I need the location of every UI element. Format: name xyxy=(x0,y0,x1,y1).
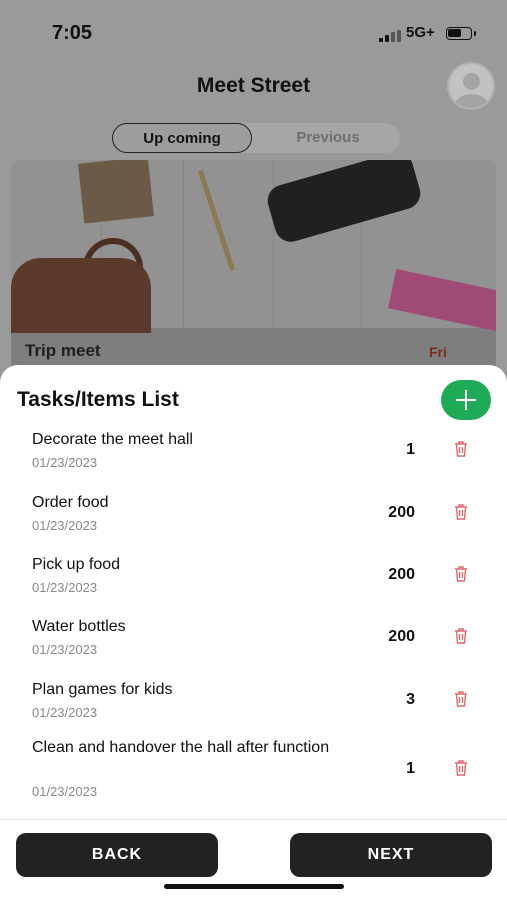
task-date: 01/23/2023 xyxy=(32,642,98,657)
network-label: 5G+ xyxy=(406,24,435,41)
status-time: 7:05 xyxy=(52,22,93,44)
task-quantity: 3 xyxy=(406,691,415,708)
task-quantity: 1 xyxy=(406,760,415,777)
tab-previous[interactable]: Previous xyxy=(258,123,398,153)
home-indicator xyxy=(164,884,344,889)
event-tabs: Up coming Previous xyxy=(112,123,400,153)
back-button[interactable]: BACK xyxy=(16,833,218,877)
trash-icon[interactable] xyxy=(453,759,469,777)
divider xyxy=(0,819,507,820)
trash-icon[interactable] xyxy=(453,440,469,458)
task-quantity: 200 xyxy=(388,628,415,645)
trash-icon[interactable] xyxy=(453,627,469,645)
task-date: 01/23/2023 xyxy=(32,784,98,799)
task-name: Decorate the meet hall xyxy=(32,431,193,448)
battery-icon xyxy=(446,27,476,40)
add-task-button[interactable] xyxy=(441,380,491,420)
tab-upcoming[interactable]: Up coming xyxy=(112,123,252,153)
sheet-title: Tasks/Items List xyxy=(17,388,179,411)
event-photo xyxy=(11,160,496,333)
signal-icon xyxy=(379,30,401,42)
event-name: Trip meet xyxy=(25,341,101,360)
task-quantity: 200 xyxy=(388,566,415,583)
task-date: 01/23/2023 xyxy=(32,580,98,595)
task-date: 01/23/2023 xyxy=(32,455,98,470)
page-title: Meet Street xyxy=(196,74,311,97)
avatar[interactable] xyxy=(447,62,495,110)
task-quantity: 200 xyxy=(388,504,415,521)
next-button[interactable]: NEXT xyxy=(290,833,492,877)
trash-icon[interactable] xyxy=(453,690,469,708)
task-name: Clean and handover the hall after functi… xyxy=(32,739,330,756)
event-card[interactable]: Trip meet Fri xyxy=(11,160,496,380)
trash-icon[interactable] xyxy=(453,565,469,583)
task-name: Plan games for kids xyxy=(32,681,173,698)
task-name: Water bottles xyxy=(32,618,126,635)
task-name: Pick up food xyxy=(32,556,121,573)
task-date: 01/23/2023 xyxy=(32,518,98,533)
task-date: 01/23/2023 xyxy=(32,705,98,720)
status-bar: 7:05 5G+ xyxy=(0,0,507,66)
tasks-bottom-sheet: Tasks/Items List Decorate the meet hall … xyxy=(0,365,507,900)
event-day: Fri xyxy=(429,344,447,360)
task-quantity: 1 xyxy=(406,441,415,458)
task-name: Order food xyxy=(32,494,109,511)
trash-icon[interactable] xyxy=(453,503,469,521)
